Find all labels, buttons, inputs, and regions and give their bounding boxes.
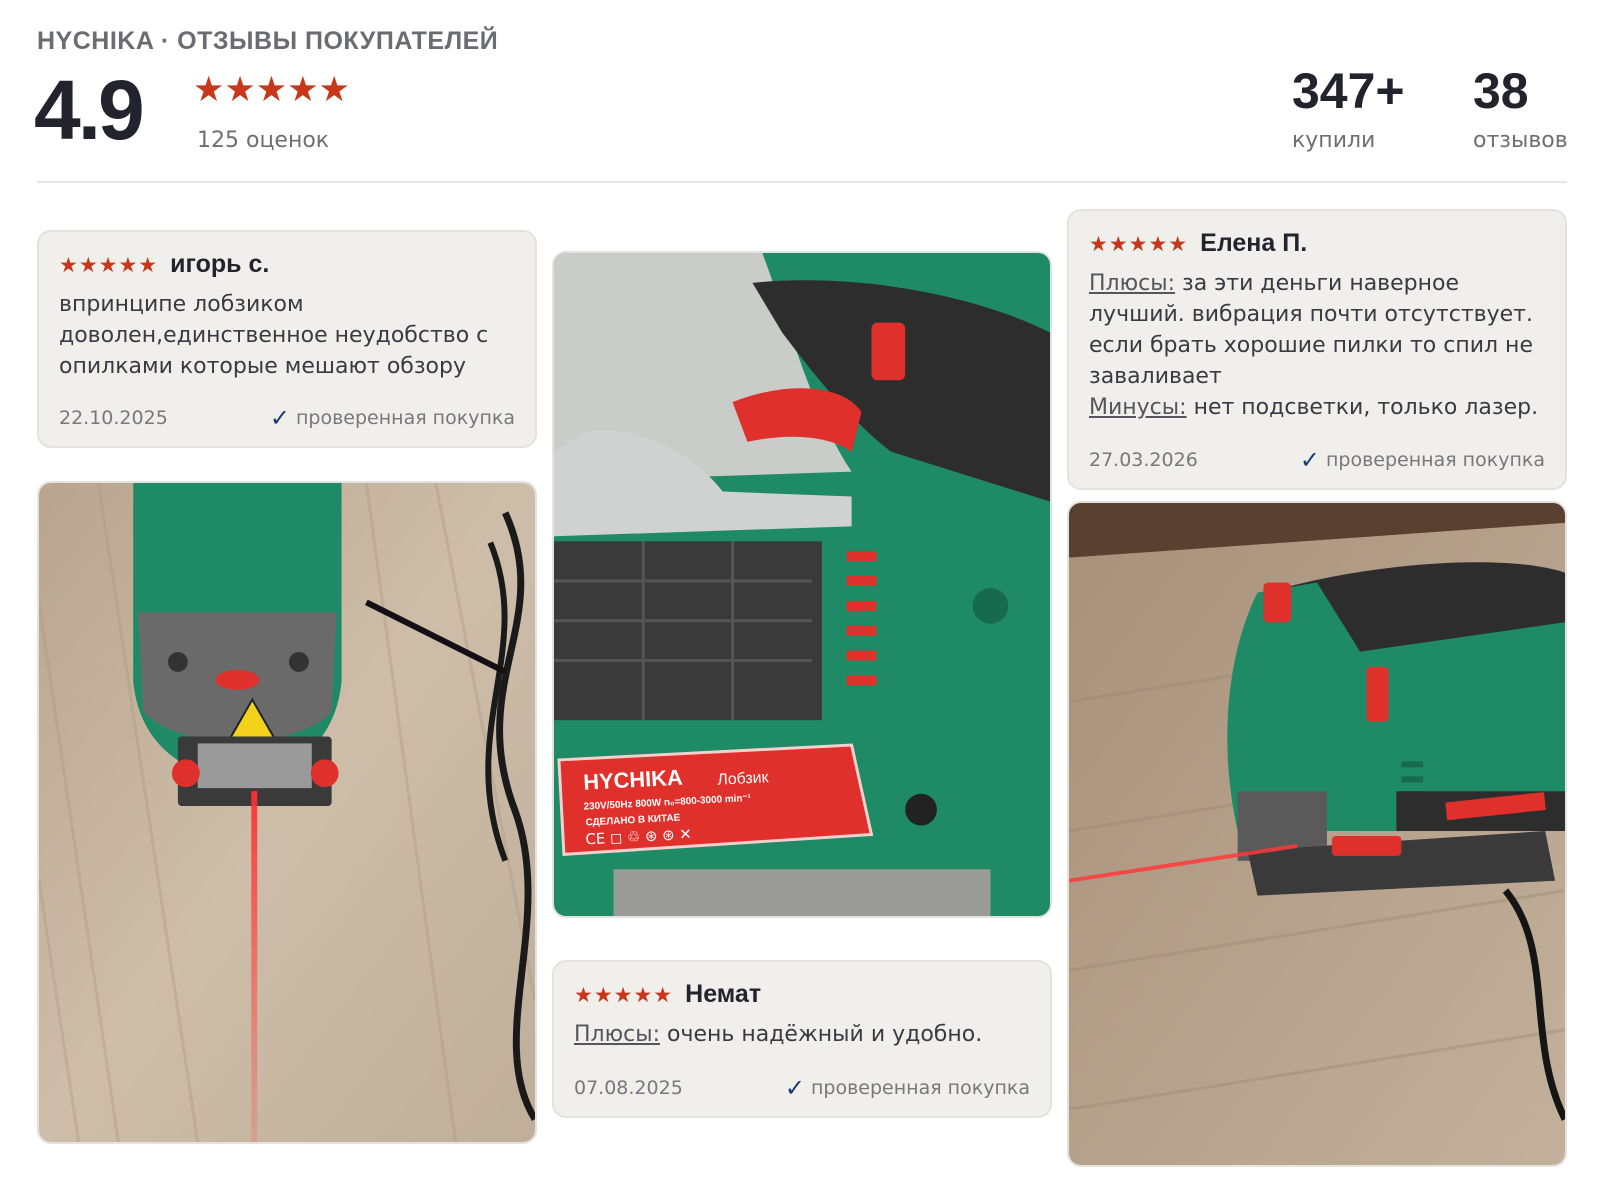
jigsaw-laser-image <box>39 483 535 1142</box>
cons-text: нет подсветки, только лазер. <box>1193 395 1539 420</box>
check-icon: ✓ <box>1299 446 1320 474</box>
check-icon: ✓ <box>784 1074 805 1102</box>
verified-label: проверенная покупка <box>1325 449 1545 471</box>
bought-stat: 347+ купили <box>1292 62 1405 153</box>
jigsaw-side-image <box>1069 503 1565 1165</box>
review-card: ★★★★★ Немат Плюсы: очень надёжный и удоб… <box>552 960 1052 1118</box>
review-text: впринципе лобзиком доволен,единственное … <box>59 292 489 379</box>
review-date: 07.08.2025 <box>574 1077 683 1099</box>
review-author: Елена П. <box>1200 229 1308 257</box>
review-stars-icon: ★★★★★ <box>1089 231 1189 256</box>
bought-value: 347+ <box>1292 63 1405 119</box>
review-date: 22.10.2025 <box>59 407 168 429</box>
verified-label: проверенная покупка <box>810 1077 1030 1099</box>
review-photo-label[interactable]: HYCHIKA Лобзик 230V/50Hz 800W n₀=800-300… <box>552 251 1052 918</box>
check-icon: ✓ <box>269 404 290 432</box>
review-card: ★★★★★ игорь с. впринципе лобзиком доволе… <box>37 230 537 448</box>
label-brand: HYCHIKA <box>583 765 684 795</box>
verified-badge: ✓ проверенная покупка <box>1300 446 1545 474</box>
review-author: игорь с. <box>170 250 270 278</box>
brand-title: HYCHIKA · ОТЗЫВЫ ПОКУПАТЕЛЕЙ <box>37 27 499 55</box>
rating-count: 125 оценок <box>197 128 330 153</box>
verified-badge: ✓ проверенная покупка <box>270 404 515 432</box>
reviews-value: 38 <box>1473 63 1529 119</box>
verified-label: проверенная покупка <box>295 407 515 429</box>
review-author: Немат <box>685 980 762 1008</box>
review-text: Плюсы: очень надёжный и удобно. <box>574 1019 1030 1050</box>
reviews-stat: 38 отзывов <box>1473 62 1568 153</box>
verified-badge: ✓ проверенная покупка <box>785 1074 1030 1102</box>
average-rating: 4.9 <box>34 63 145 157</box>
cons-label: Минусы: <box>1089 395 1187 420</box>
pros-text: очень надёжный и удобно. <box>667 1022 983 1047</box>
pros-label: Плюсы: <box>1089 271 1176 296</box>
pros-label: Плюсы: <box>574 1022 661 1047</box>
review-photo-side[interactable] <box>1067 501 1567 1167</box>
bought-label: купили <box>1292 128 1376 153</box>
review-photo-laser[interactable] <box>37 481 537 1144</box>
review-card: ★★★★★ Елена П. Плюсы: за эти деньги наве… <box>1067 209 1567 490</box>
review-stars-icon: ★★★★★ <box>574 982 674 1007</box>
review-stars-icon: ★★★★★ <box>59 252 159 277</box>
rating-stars-icon: ★★★★★ <box>193 70 350 110</box>
review-date: 27.03.2026 <box>1089 449 1198 471</box>
reviews-label: отзывов <box>1473 128 1568 153</box>
review-text: Плюсы: за эти деньги наверное лучший. ви… <box>1089 268 1545 423</box>
label-model: Лобзик <box>717 769 770 789</box>
jigsaw-label-image: HYCHIKA Лобзик 230V/50Hz 800W n₀=800-300… <box>554 253 1050 916</box>
header-divider <box>37 181 1567 183</box>
